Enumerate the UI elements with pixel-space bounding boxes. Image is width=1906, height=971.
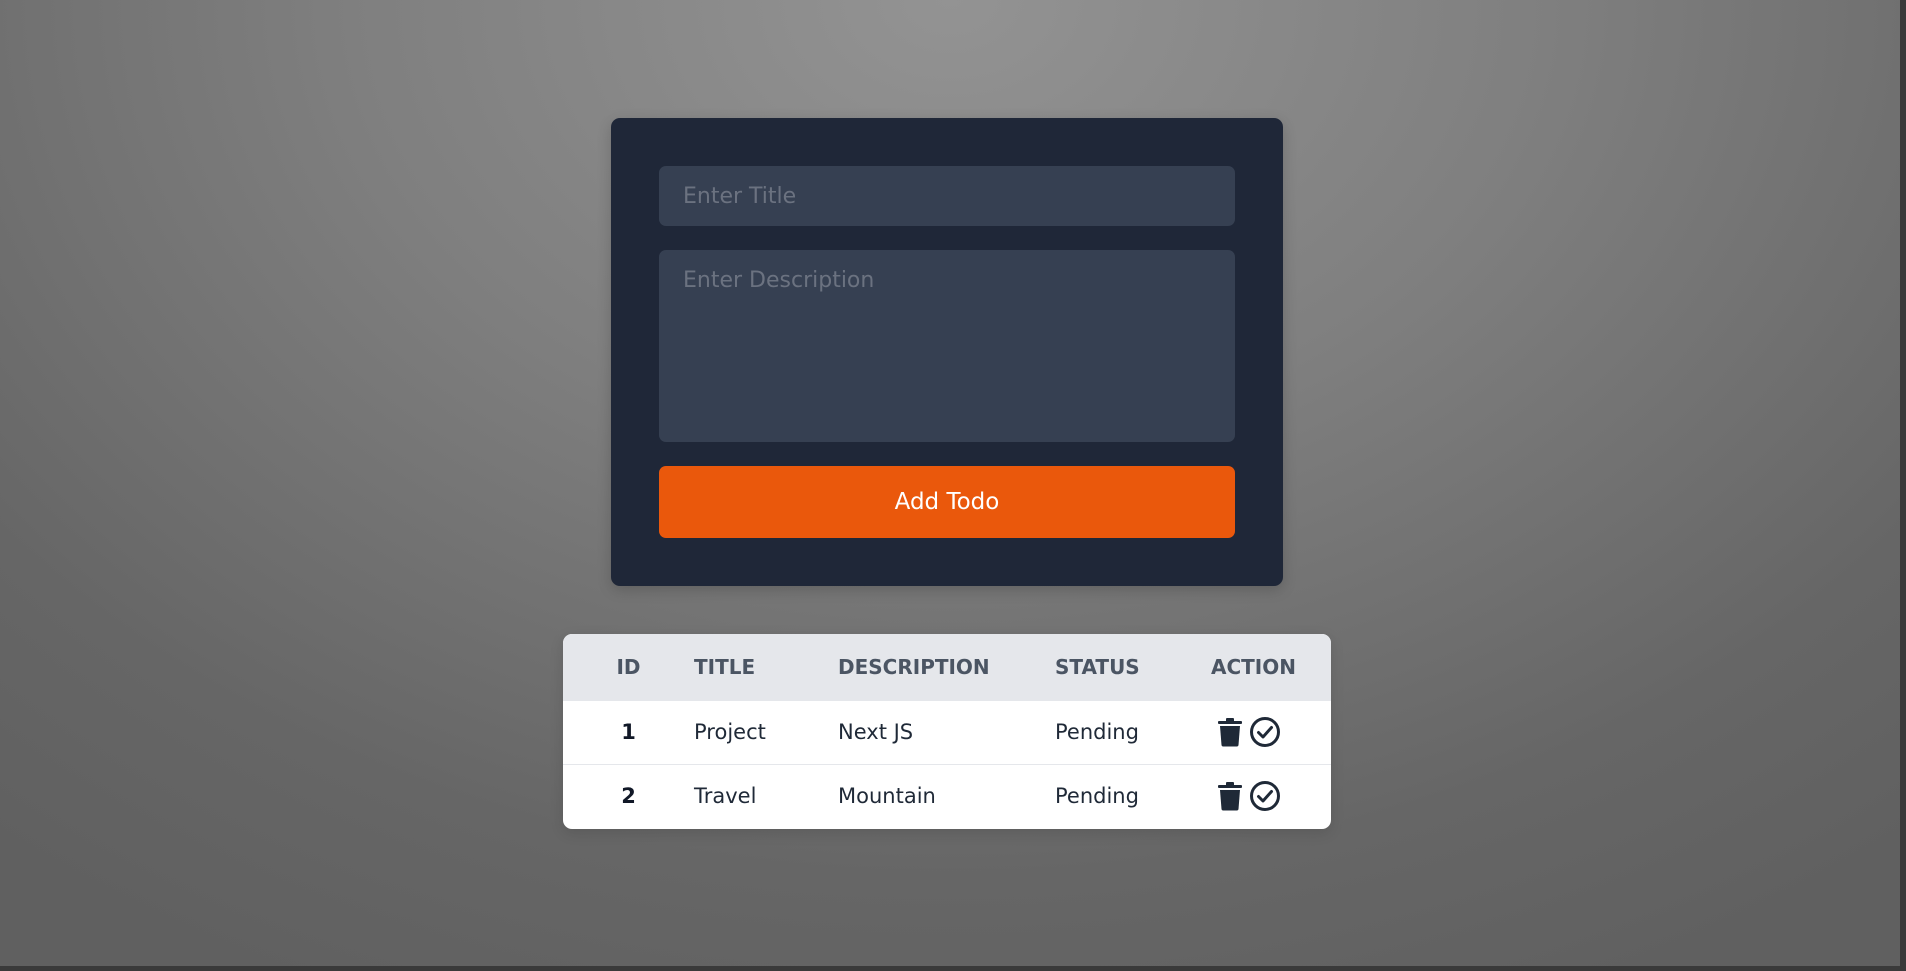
table-row: 1 Project Next JS Pending bbox=[563, 700, 1331, 764]
row-title-cell: Travel bbox=[694, 784, 757, 809]
row-id-cell: 1 bbox=[621, 720, 636, 744]
row-action-cell bbox=[1211, 700, 1331, 764]
row-status-cell: Pending bbox=[1055, 784, 1139, 809]
row-action-cell bbox=[1211, 764, 1331, 828]
row-description-cell: Mountain bbox=[838, 784, 936, 809]
trash-icon[interactable] bbox=[1217, 717, 1243, 747]
check-circle-icon[interactable] bbox=[1249, 780, 1281, 812]
column-header-id: ID bbox=[616, 654, 641, 679]
column-header-status: STATUS bbox=[1055, 654, 1140, 679]
trash-icon[interactable] bbox=[1217, 781, 1243, 811]
row-description-cell: Next JS bbox=[838, 720, 914, 744]
title-input[interactable] bbox=[659, 166, 1235, 226]
check-circle-icon[interactable] bbox=[1249, 716, 1281, 748]
row-status-cell: Pending bbox=[1055, 720, 1139, 744]
description-textarea[interactable] bbox=[659, 250, 1235, 442]
table-row: 2 Travel Mountain Pending bbox=[563, 764, 1331, 828]
table-header-row: ID TITLE DESCRIPTION STATUS ACTION bbox=[563, 634, 1331, 700]
add-todo-button[interactable]: Add Todo bbox=[659, 466, 1235, 538]
row-id-cell: 2 bbox=[621, 784, 636, 809]
column-header-title: TITLE bbox=[694, 654, 756, 679]
todo-table-card: ID TITLE DESCRIPTION STATUS ACTION 1 Pro… bbox=[563, 634, 1331, 829]
todo-table: ID TITLE DESCRIPTION STATUS ACTION 1 Pro… bbox=[563, 634, 1331, 828]
row-title-cell: Project bbox=[694, 720, 766, 744]
column-header-description: DESCRIPTION bbox=[838, 654, 990, 679]
column-header-action: ACTION bbox=[1211, 654, 1296, 679]
page-background: Add Todo ID TITLE DESCRIPTION STATUS ACT… bbox=[0, 0, 1900, 966]
todo-form-card: Add Todo bbox=[611, 118, 1283, 586]
